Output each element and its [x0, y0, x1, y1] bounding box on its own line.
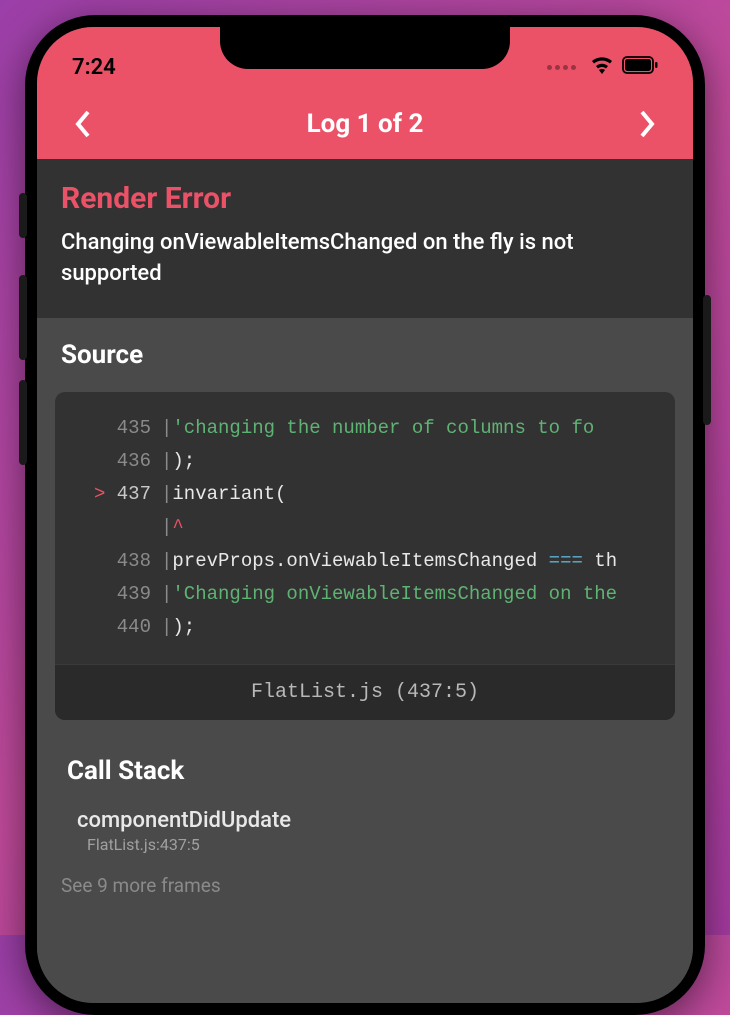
code-line: 438 | prevProps.onViewableItemsChanged =…: [69, 545, 661, 578]
chevron-right-icon: [638, 109, 656, 139]
call-stack-title: Call Stack: [61, 756, 675, 786]
frame-location: FlatList.js:437:5: [77, 835, 675, 854]
code-line: 439 | 'Changing onViewableItemsChanged o…: [69, 578, 661, 611]
volume-down: [19, 380, 27, 465]
status-time: 7:24: [72, 55, 116, 80]
device-notch: [220, 27, 510, 69]
chevron-left-icon: [74, 109, 92, 139]
recording-dots-icon: [547, 65, 576, 70]
battery-icon: [622, 56, 658, 78]
error-title: Render Error: [61, 181, 669, 216]
volume-switch: [19, 193, 27, 238]
log-body[interactable]: Source 435 | 'changing the number of col…: [37, 318, 693, 1003]
source-code[interactable]: 435 | 'changing the number of columns to…: [55, 392, 675, 665]
next-log-button[interactable]: [627, 104, 667, 144]
phone-frame: 7:24 Log 1 of 2: [25, 15, 705, 1015]
source-location: FlatList.js (437:5): [55, 664, 675, 720]
power-button: [703, 295, 711, 425]
code-line: 437 |invariant(: [69, 478, 661, 511]
code-line: 440 |);: [69, 611, 661, 644]
code-line: |^: [69, 511, 661, 544]
code-line: 436 |);: [69, 445, 661, 478]
wifi-icon: [590, 55, 614, 79]
see-more-frames-button[interactable]: See 9 more frames: [61, 874, 675, 897]
stack-frame[interactable]: componentDidUpdate FlatList.js:437:5: [61, 808, 675, 854]
log-counter-title: Log 1 of 2: [307, 109, 424, 139]
call-stack-section: Call Stack componentDidUpdate FlatList.j…: [55, 756, 675, 897]
error-message: Changing onViewableItemsChanged on the f…: [61, 228, 669, 290]
frame-function-name: componentDidUpdate: [77, 808, 675, 833]
screen: 7:24 Log 1 of 2: [37, 27, 693, 1003]
source-section-title: Source: [55, 340, 675, 370]
phone-inner: 7:24 Log 1 of 2: [37, 27, 693, 1003]
prev-log-button[interactable]: [63, 104, 103, 144]
error-header: Render Error Changing onViewableItemsCha…: [37, 159, 693, 318]
source-block: 435 | 'changing the number of columns to…: [55, 392, 675, 721]
code-line: 435 | 'changing the number of columns to…: [69, 412, 661, 445]
status-icons: [547, 55, 658, 79]
volume-up: [19, 275, 27, 360]
log-nav-bar: Log 1 of 2: [37, 89, 693, 159]
